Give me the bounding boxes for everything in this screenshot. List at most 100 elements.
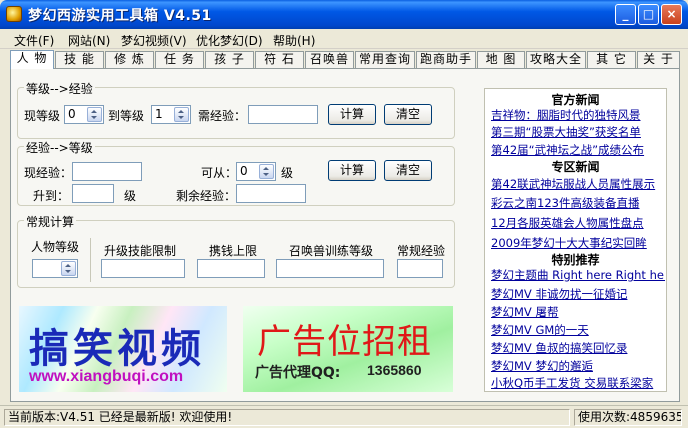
spin-buttons[interactable] xyxy=(61,261,76,276)
usage-count-status: 使用次数:48596357 xyxy=(574,409,682,426)
tab-character[interactable]: 人 物 xyxy=(10,50,54,69)
zone-news-heading: 专区新闻 xyxy=(551,160,600,174)
tab-trade-helper[interactable]: 跑商助手 xyxy=(416,51,476,68)
to-level-label: 到等级 xyxy=(108,109,145,123)
remaining-exp-field[interactable] xyxy=(236,184,306,203)
from-level-value: 0 xyxy=(240,164,248,178)
money-limit-label: 携钱上限 xyxy=(209,244,258,258)
money-limit-field[interactable] xyxy=(197,259,265,278)
ad-banner-sub: 广告代理QQ: xyxy=(255,365,341,381)
tab-guides[interactable]: 攻略大全 xyxy=(526,51,586,68)
news-link[interactable]: 梦幻MV GM的一天 xyxy=(491,322,665,338)
to-level-value: 1 xyxy=(155,107,163,121)
level-clear-button[interactable]: 清空 xyxy=(384,160,432,181)
pet-training-label: 召唤兽训练等级 xyxy=(289,244,374,258)
need-exp-field[interactable] xyxy=(248,105,318,124)
arrow-down-icon xyxy=(65,270,71,273)
news-link[interactable]: 梦幻MV 屠帮 xyxy=(491,304,665,320)
level-calc-button[interactable]: 计算 xyxy=(328,160,376,181)
minimize-button[interactable]: _ xyxy=(615,4,636,25)
up-to-field[interactable] xyxy=(72,184,114,203)
spin-buttons[interactable] xyxy=(174,107,189,122)
to-level-spinner[interactable]: 1 xyxy=(151,105,191,124)
remaining-exp-label: 剩余经验： xyxy=(176,189,237,203)
spin-buttons[interactable] xyxy=(87,107,102,122)
tab-runestones[interactable]: 符 石 xyxy=(255,51,304,68)
group-title: 经验-->等级 xyxy=(24,139,95,156)
app-icon xyxy=(6,6,22,22)
current-exp-label: 现经验： xyxy=(24,166,73,180)
menu-website[interactable]: 网站(N) xyxy=(68,32,110,49)
news-link[interactable]: 梦幻主题曲 Right here Right here xyxy=(491,267,665,283)
group-title: 常规计算 xyxy=(24,213,77,230)
arrow-up-icon xyxy=(178,110,184,113)
up-to-unit-label: 级 xyxy=(124,189,137,203)
version-status: 当前版本:V4.51 已经是最新版! 欢迎使用! xyxy=(4,409,570,426)
news-link[interactable]: 2009年梦幻十大大事纪实回眸 xyxy=(491,235,665,251)
news-link[interactable]: 12月各服英雄会人物属性盘点 xyxy=(491,215,665,231)
exp-calc-button[interactable]: 计算 xyxy=(328,104,376,125)
current-level-value: 0 xyxy=(68,107,76,121)
news-link[interactable]: 吉祥物：胭脂时代的独特风景 xyxy=(491,107,665,123)
maximize-button[interactable]: □ xyxy=(638,4,659,25)
char-level-label: 人物等级 xyxy=(31,240,80,254)
status-bar: 当前版本:V4.51 已经是最新版! 欢迎使用! 使用次数:48596357 xyxy=(0,405,688,428)
menu-help[interactable]: 帮助(H) xyxy=(273,32,315,49)
exp-clear-button[interactable]: 清空 xyxy=(384,104,432,125)
up-to-label: 升到： xyxy=(33,189,70,203)
news-link[interactable]: 彩云之南123件高级装备直播 xyxy=(491,195,665,211)
title-bar[interactable]: 梦幻西游实用工具箱 V4.51 _ □ × xyxy=(0,0,688,29)
news-link[interactable]: 第42联武神坛服战人员属性展示 xyxy=(491,176,665,192)
tab-quests[interactable]: 任 务 xyxy=(155,51,204,68)
ad-banner[interactable]: 广告位招租 广告代理QQ: 1365860 xyxy=(243,306,453,392)
separator xyxy=(90,238,91,282)
arrow-down-icon xyxy=(91,116,97,119)
tab-map[interactable]: 地 图 xyxy=(477,51,525,68)
skill-limit-field[interactable] xyxy=(101,259,185,278)
tab-pets[interactable]: 召唤兽 xyxy=(305,51,354,68)
menu-optimize[interactable]: 优化梦幻(D) xyxy=(196,32,263,49)
news-link[interactable]: 第42届“武神坛之战”成绩公布 xyxy=(491,142,665,158)
video-banner-url: www.xiangbuqi.com xyxy=(29,368,184,385)
char-level-spinner[interactable] xyxy=(32,259,78,278)
special-heading: 特别推荐 xyxy=(551,253,600,267)
arrow-down-icon xyxy=(178,116,184,119)
news-link[interactable]: 梦幻MV 非诚勿扰一征婚记 xyxy=(491,286,665,302)
level-unit-label: 级 xyxy=(281,166,294,180)
current-level-label: 现等级 xyxy=(24,109,61,123)
tab-children[interactable]: 孩 子 xyxy=(205,51,254,68)
current-exp-field[interactable] xyxy=(72,162,142,181)
close-button[interactable]: × xyxy=(661,4,682,25)
regular-exp-field[interactable] xyxy=(397,259,443,278)
current-level-spinner[interactable]: 0 xyxy=(64,105,104,124)
menu-bar: 文件(F) 网站(N) 梦幻视频(V) 优化梦幻(D) 帮助(H) xyxy=(0,29,688,49)
arrow-up-icon xyxy=(91,110,97,113)
tab-skills[interactable]: 技 能 xyxy=(55,51,104,68)
menu-file[interactable]: 文件(F) xyxy=(14,32,54,49)
ad-banner-qq: 1365860 xyxy=(367,362,422,378)
tab-cultivation[interactable]: 修 炼 xyxy=(105,51,154,68)
video-banner-title: 搞笑视频 xyxy=(29,325,205,372)
arrow-down-icon xyxy=(263,173,269,176)
arrow-up-icon xyxy=(65,264,71,267)
news-link[interactable]: 梦幻MV 梦幻的邂逅 xyxy=(491,358,665,374)
news-link[interactable]: 小秋Q币手工发货 交易联系梁家 xyxy=(491,375,665,391)
tab-about[interactable]: 关 于 xyxy=(637,51,680,68)
spin-buttons[interactable] xyxy=(259,164,274,179)
regular-exp-label: 常规经验 xyxy=(397,244,446,258)
official-news-heading: 官方新闻 xyxy=(551,93,600,107)
need-exp-label: 需经验： xyxy=(198,109,247,123)
ad-banner-title: 广告位招租 xyxy=(257,322,432,362)
skill-limit-label: 升级技能限制 xyxy=(104,244,177,258)
news-link[interactable]: 梦幻MV 鱼叔的搞笑回忆录 xyxy=(491,340,665,356)
window-title: 梦幻西游实用工具箱 V4.51 xyxy=(28,8,212,24)
tab-common-lookup[interactable]: 常用查询 xyxy=(355,51,415,68)
from-level-spinner[interactable]: 0 xyxy=(236,162,276,181)
from-label: 可从： xyxy=(201,166,238,180)
menu-video[interactable]: 梦幻视频(V) xyxy=(121,32,187,49)
tab-other[interactable]: 其 它 xyxy=(587,51,636,68)
news-link[interactable]: 第三期“股票大抽奖”获奖名单 xyxy=(491,124,665,140)
pet-training-field[interactable] xyxy=(276,259,384,278)
video-banner[interactable]: 搞笑视频 www.xiangbuqi.com xyxy=(19,306,227,392)
group-title: 等级-->经验 xyxy=(24,80,95,97)
